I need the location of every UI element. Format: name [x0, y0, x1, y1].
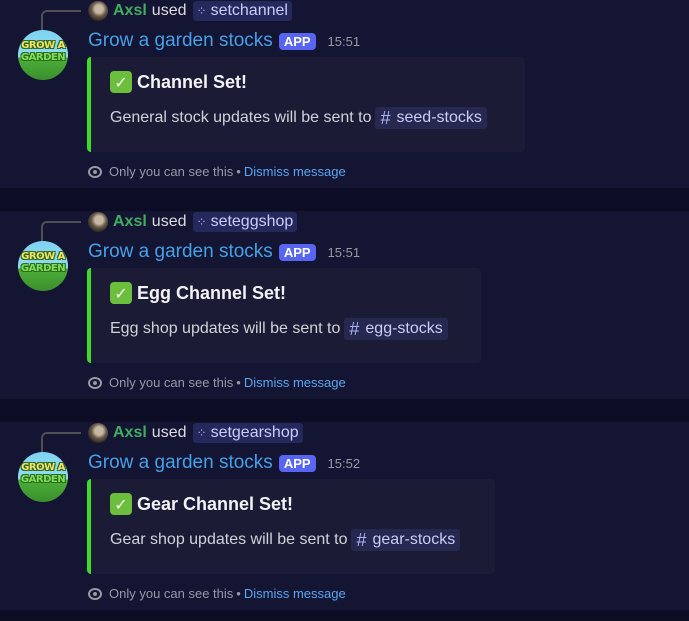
embed-title: ✓ Channel Set! [110, 71, 247, 93]
user-avatar-small[interactable] [88, 211, 108, 232]
bot-message: Axsl used ⁘ setchannel GROW A GARDEN Gro… [0, 0, 689, 188]
hash-channel-icon: # [380, 107, 391, 128]
channel-mention[interactable]: # gear-stocks [351, 529, 461, 551]
app-tag: APP [278, 243, 316, 261]
bot-name[interactable]: Grow a garden stocks [88, 30, 273, 52]
command-reply[interactable]: Axsl used ⁘ setgearshop [88, 422, 303, 443]
bot-avatar[interactable]: GROW A GARDEN [18, 452, 68, 502]
command-reply[interactable]: Axsl used ⁘ setchannel [88, 0, 292, 21]
only-you-text: Only you can see this [109, 586, 234, 601]
bot-avatar[interactable]: GROW A GARDEN [18, 30, 68, 80]
avatar-logo-line2: GARDEN [20, 52, 66, 63]
dismiss-message-link[interactable]: Dismiss message [244, 586, 346, 601]
avatar-logo-line1: GROW A [21, 40, 65, 51]
eye-icon [88, 165, 102, 178]
reply-username[interactable]: Axsl [113, 2, 147, 20]
embed: ✓ Channel Set! General stock updates wil… [87, 57, 525, 152]
embed-description-text: Gear shop updates will be sent to [110, 531, 348, 548]
app-tag: APP [278, 454, 316, 472]
slash-command-icon: ⁘ [196, 3, 207, 18]
command-chip[interactable]: ⁘ seteggshop [192, 211, 298, 232]
embed-title-text: Channel Set! [137, 71, 248, 92]
timestamp[interactable]: 15:51 [328, 245, 361, 260]
ephemeral-footer: Only you can see this • Dismiss message [88, 586, 346, 601]
only-you-text: Only you can see this [109, 164, 234, 179]
hash-channel-icon: # [356, 529, 367, 550]
embed-title-text: Egg Channel Set! [137, 282, 287, 303]
bot-avatar[interactable]: GROW A GARDEN [18, 241, 68, 291]
channel-name: egg-stocks [365, 320, 443, 337]
slash-command-icon: ⁘ [196, 425, 207, 440]
separator-dot: • [236, 164, 241, 179]
separator-dot: • [236, 586, 241, 601]
ephemeral-footer: Only you can see this • Dismiss message [88, 375, 346, 390]
avatar-logo-line1: GROW A [21, 251, 65, 262]
embed-description: Gear shop updates will be sent to # gear… [110, 529, 461, 551]
channel-mention[interactable]: # seed-stocks [375, 107, 487, 129]
reply-username[interactable]: Axsl [113, 213, 147, 231]
command-name: setgearshop [210, 423, 299, 441]
hash-channel-icon: # [349, 318, 360, 339]
user-avatar-small[interactable] [88, 0, 108, 21]
reply-used-text: used [151, 212, 187, 230]
command-chip[interactable]: ⁘ setchannel [192, 0, 292, 21]
embed-title-text: Gear Channel Set! [137, 493, 294, 514]
timestamp[interactable]: 15:52 [328, 456, 361, 471]
embed: ✓ Gear Channel Set! Gear shop updates wi… [87, 479, 495, 574]
bot-name[interactable]: Grow a garden stocks [88, 452, 273, 474]
reply-used-text: used [151, 423, 187, 441]
timestamp[interactable]: 15:51 [328, 34, 361, 49]
command-name: seteggshop [210, 212, 294, 230]
message-header: Grow a garden stocks APP 15:51 [88, 241, 360, 263]
embed-description: General stock updates will be sent to # … [110, 107, 487, 129]
command-chip[interactable]: ⁘ setgearshop [192, 422, 303, 443]
embed-description: Egg shop updates will be sent to # egg-s… [110, 318, 448, 340]
slash-command-icon: ⁘ [196, 214, 207, 229]
bot-message: Axsl used ⁘ seteggshop GROW A GARDEN Gro… [0, 211, 689, 399]
white-check-mark-icon: ✓ [110, 71, 132, 93]
embed-title: ✓ Gear Channel Set! [110, 493, 293, 515]
separator-dot: • [236, 375, 241, 390]
eye-icon [88, 587, 102, 600]
only-you-text: Only you can see this [109, 375, 234, 390]
eye-icon [88, 376, 102, 389]
embed-description-text: Egg shop updates will be sent to [110, 320, 341, 337]
bot-message: Axsl used ⁘ setgearshop GROW A GARDEN Gr… [0, 422, 689, 610]
command-reply[interactable]: Axsl used ⁘ seteggshop [88, 211, 298, 232]
reply-used-text: used [151, 1, 187, 19]
avatar-logo-line1: GROW A [21, 462, 65, 473]
avatar-logo-line2: GARDEN [20, 474, 66, 485]
app-tag: APP [278, 32, 316, 50]
embed-title: ✓ Egg Channel Set! [110, 282, 286, 304]
message-header: Grow a garden stocks APP 15:52 [88, 452, 360, 474]
ephemeral-footer: Only you can see this • Dismiss message [88, 164, 346, 179]
embed: ✓ Egg Channel Set! Egg shop updates will… [87, 268, 481, 363]
channel-name: gear-stocks [372, 531, 456, 548]
channel-name: seed-stocks [396, 109, 482, 126]
dismiss-message-link[interactable]: Dismiss message [244, 375, 346, 390]
channel-mention[interactable]: # egg-stocks [344, 318, 448, 340]
bot-name[interactable]: Grow a garden stocks [88, 241, 273, 263]
dismiss-message-link[interactable]: Dismiss message [244, 164, 346, 179]
command-name: setchannel [210, 1, 288, 19]
white-check-mark-icon: ✓ [110, 282, 132, 304]
user-avatar-small[interactable] [88, 422, 108, 443]
embed-description-text: General stock updates will be sent to [110, 109, 372, 126]
reply-username[interactable]: Axsl [113, 424, 147, 442]
message-header: Grow a garden stocks APP 15:51 [88, 30, 360, 52]
white-check-mark-icon: ✓ [110, 493, 132, 515]
avatar-logo-line2: GARDEN [20, 263, 66, 274]
